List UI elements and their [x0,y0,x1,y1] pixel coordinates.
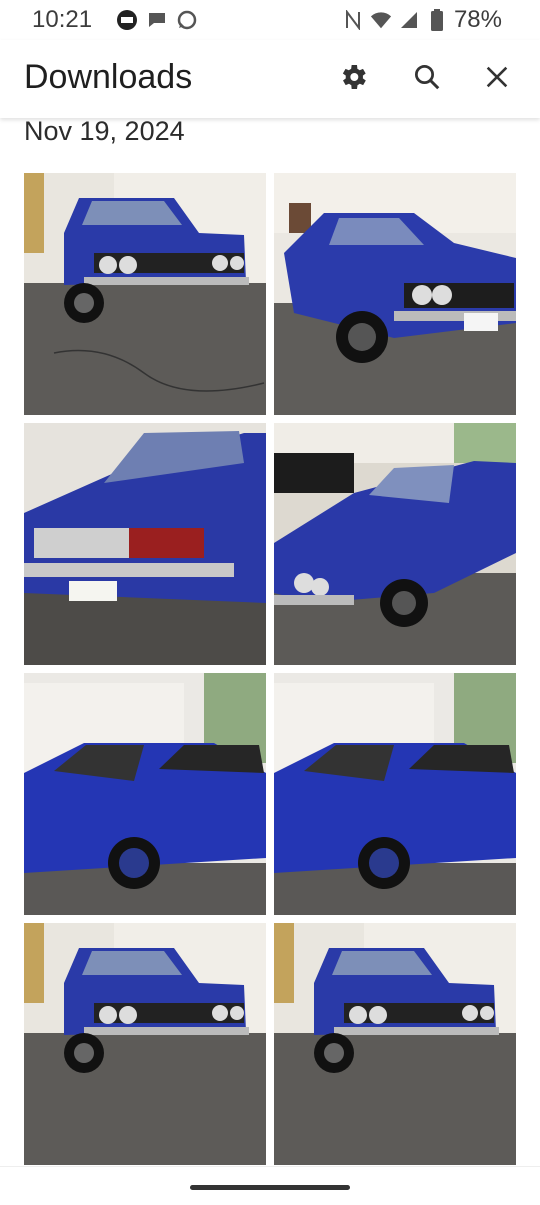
search-icon [412,62,442,97]
system-navigation-bar [0,1166,540,1205]
battery-percent: 78% [453,6,502,33]
photo-tile[interactable] [274,423,516,665]
photo-side-view-1 [24,673,266,915]
tv-app-icon [116,9,138,31]
settings-button[interactable] [334,60,372,98]
whatsapp-icon [176,9,198,31]
system-status-icons: 78% [342,6,502,34]
photo-tile[interactable] [274,173,516,415]
photo-front-3q-2 [274,423,516,665]
photo-side-view-2 [274,673,516,915]
status-bar: 10:21 78% [0,0,540,40]
signal-icon [398,9,420,31]
photo-front-view-3 [274,923,516,1165]
photo-rear-view [24,423,266,665]
messages-icon [146,9,168,31]
gear-icon [337,61,369,98]
gesture-handle[interactable] [190,1185,350,1190]
photo-front-view-1 [24,173,266,415]
photo-tile[interactable] [24,923,266,1165]
close-icon [483,63,511,96]
photo-front-3q-1 [274,173,516,415]
photo-tile[interactable] [274,673,516,915]
photo-tile[interactable] [24,423,266,665]
battery-icon [426,9,448,31]
section-date-header: Nov 19, 2024 [24,116,185,146]
photo-tile[interactable] [24,673,266,915]
notification-icons [116,9,198,31]
search-button[interactable] [408,60,446,98]
wifi-icon [370,9,392,31]
photo-tile[interactable] [24,173,266,415]
app-bar: Downloads [0,40,540,118]
photo-front-view-2 [24,923,266,1165]
photo-tile[interactable] [274,923,516,1165]
page-title: Downloads [24,58,193,96]
nfc-icon [342,9,364,31]
status-time: 10:21 [32,6,93,33]
close-button[interactable] [478,60,516,98]
